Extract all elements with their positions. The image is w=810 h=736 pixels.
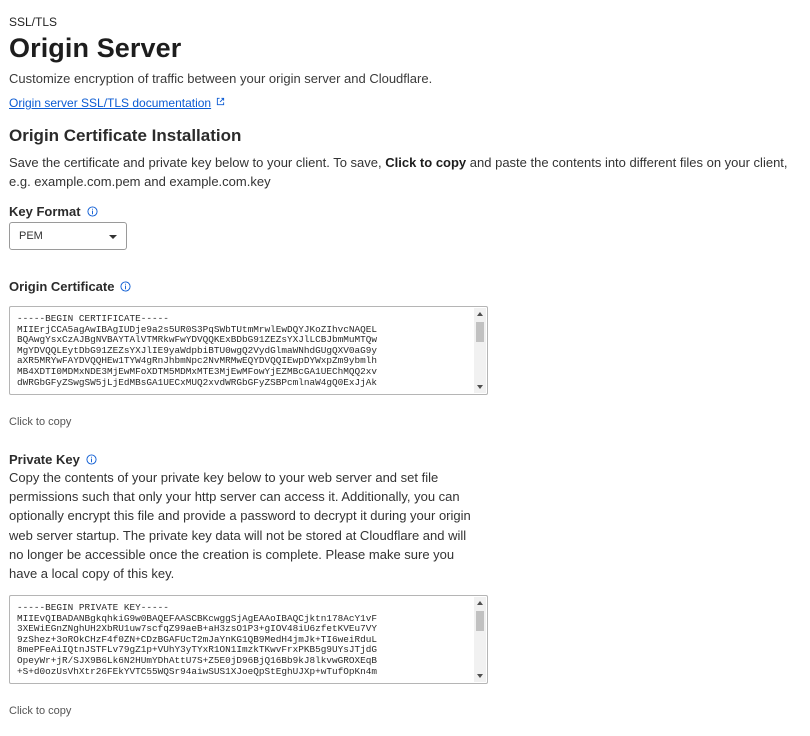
origin-certificate-textarea[interactable]: -----BEGIN CERTIFICATE----- MIIErjCCA5ag… (9, 306, 488, 395)
scrollbar-thumb[interactable] (476, 322, 484, 342)
origin-certificate-label-text: Origin Certificate (9, 279, 115, 294)
scrollbar[interactable] (474, 308, 486, 393)
scroll-down-icon[interactable] (477, 674, 483, 678)
copy-certificate-button[interactable]: Click to copy (9, 416, 71, 428)
key-format-selected-value: PEM (19, 230, 43, 242)
private-key-textarea[interactable]: -----BEGIN PRIVATE KEY----- MIIEvQIBADAN… (9, 595, 488, 684)
private-key-content: -----BEGIN PRIVATE KEY----- MIIEvQIBADAN… (17, 602, 378, 677)
private-key-label-text: Private Key (9, 452, 80, 467)
documentation-link[interactable]: Origin server SSL/TLS documentation (9, 96, 225, 110)
scroll-up-icon[interactable] (477, 601, 483, 605)
scroll-down-icon[interactable] (477, 385, 483, 389)
key-format-label: Key Format (9, 204, 98, 219)
scroll-up-icon[interactable] (477, 312, 483, 316)
chevron-down-icon (109, 235, 117, 239)
installation-description: Save the certificate and private key bel… (9, 153, 801, 191)
external-link-icon (217, 97, 225, 106)
info-icon[interactable] (86, 454, 97, 465)
key-format-label-text: Key Format (9, 204, 81, 219)
scrollbar-thumb[interactable] (476, 611, 484, 631)
scrollbar[interactable] (474, 597, 486, 682)
documentation-link-label: Origin server SSL/TLS documentation (9, 96, 212, 110)
info-icon[interactable] (86, 206, 98, 217)
origin-certificate-content: -----BEGIN CERTIFICATE----- MIIErjCCA5ag… (17, 313, 378, 388)
page-subtitle: Customize encryption of traffic between … (9, 71, 433, 86)
copy-private-key-button[interactable]: Click to copy (9, 705, 71, 717)
private-key-description: Copy the contents of your private key be… (9, 470, 471, 582)
private-key-label: Private Key (9, 452, 97, 467)
breadcrumb: SSL/TLS (9, 15, 58, 29)
installation-heading: Origin Certificate Installation (9, 126, 242, 145)
installation-desc-before: Save the certificate and private key bel… (9, 155, 386, 170)
key-format-select[interactable]: PEM (9, 222, 127, 250)
page-title: Origin Server (9, 33, 182, 63)
origin-certificate-label: Origin Certificate (9, 279, 132, 294)
info-icon[interactable] (120, 281, 132, 292)
installation-desc-bold: Click to copy (385, 155, 467, 170)
